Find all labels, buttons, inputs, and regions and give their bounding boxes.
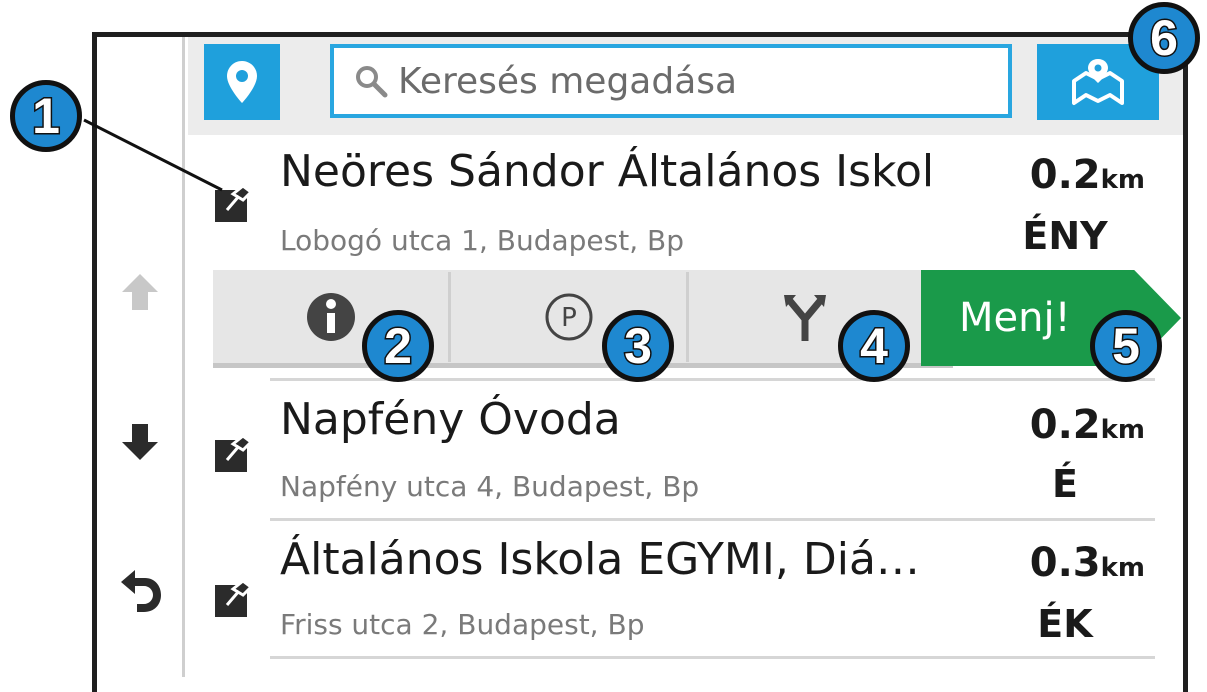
callout-2: 2: [362, 310, 434, 382]
callout-4: 4: [838, 310, 910, 382]
callout-3: 3: [602, 310, 674, 382]
callout-5: 5: [1090, 310, 1162, 382]
callout-6: 6: [1128, 2, 1200, 74]
callout-1: 1: [10, 80, 82, 152]
